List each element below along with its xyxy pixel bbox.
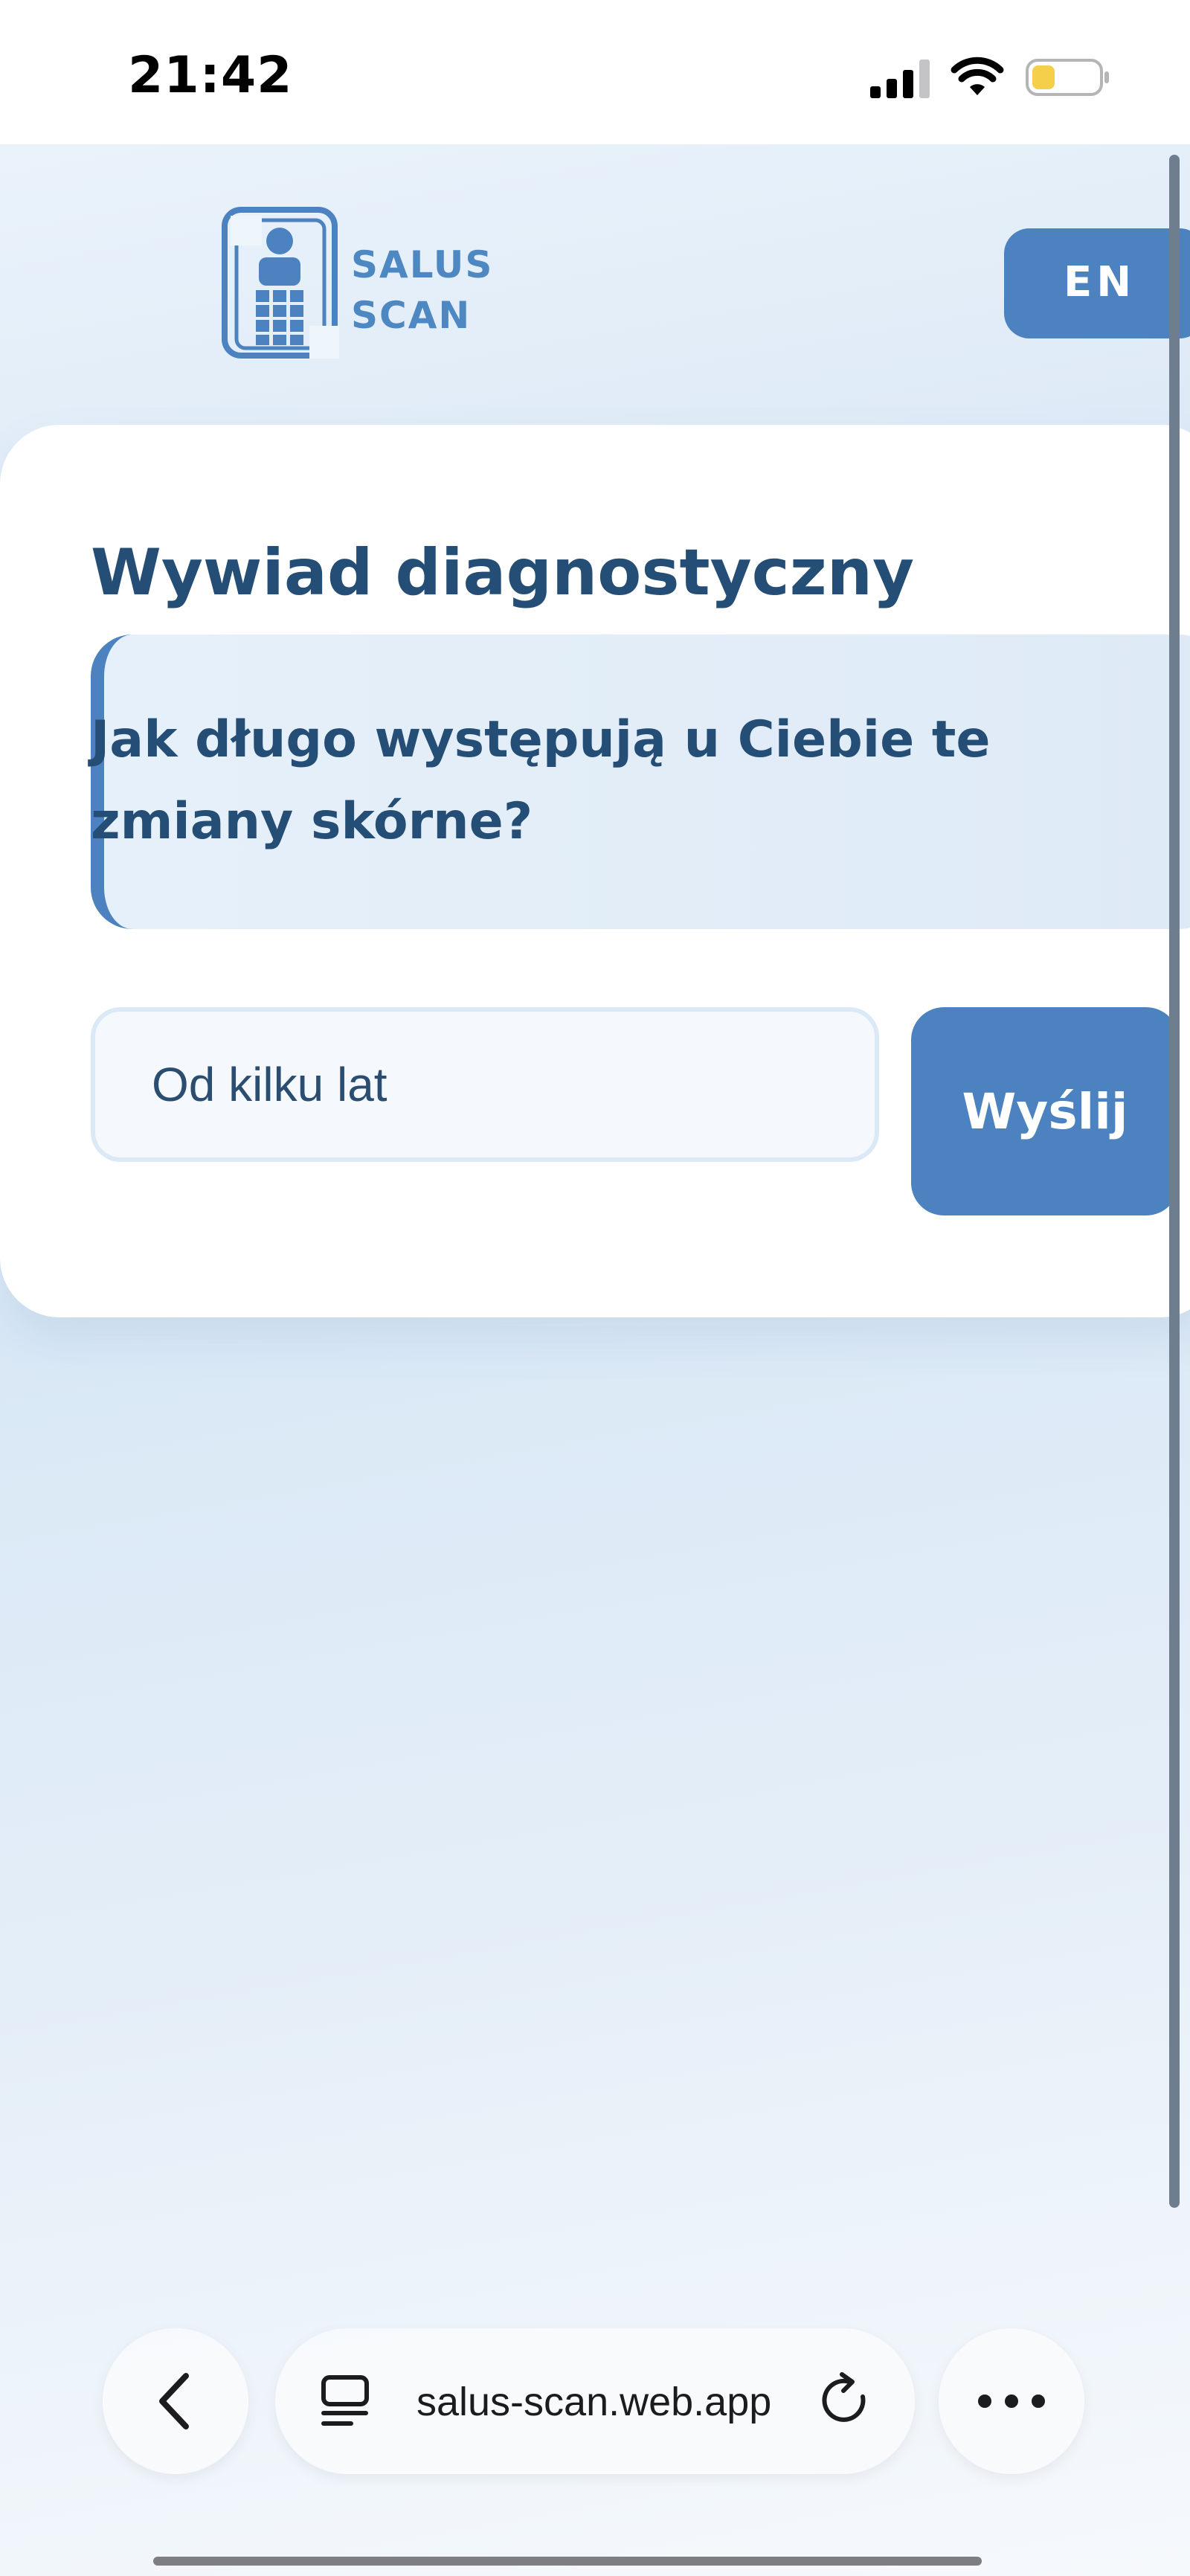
page-title: Wywiad diagnostyczny (91, 536, 914, 610)
brand-name: SALUS SCAN (351, 240, 493, 341)
status-time: 21:42 (128, 46, 293, 105)
more-dots-icon (978, 2394, 1045, 2408)
url-text: salus-scan.web.app (416, 2380, 772, 2424)
back-chevron-icon (159, 2373, 189, 2429)
brand-line-2: SCAN (351, 294, 472, 337)
answer-input[interactable] (91, 1007, 879, 1162)
language-toggle-button[interactable]: EN (1004, 228, 1190, 338)
more-options-button[interactable] (939, 2328, 1084, 2474)
tabs-icon[interactable] (320, 2374, 372, 2428)
phone-person-logo-icon[interactable] (222, 207, 341, 360)
cellular-signal-icon (870, 60, 930, 98)
back-button[interactable] (103, 2328, 248, 2474)
address-bar[interactable]: salus-scan.web.app (275, 2328, 915, 2474)
language-toggle-label: EN (1064, 258, 1136, 306)
page-scrollbar[interactable] (1169, 155, 1180, 2208)
home-indicator[interactable] (153, 2557, 982, 2566)
brand-line-1: SALUS (351, 243, 494, 286)
reload-icon[interactable] (820, 2370, 879, 2434)
wifi-icon (951, 57, 1004, 95)
question-text: Jak długo występują u Ciebie te zmiany s… (91, 710, 991, 851)
status-bar: 21:42 (0, 0, 1190, 144)
send-button[interactable]: Wyślij (911, 1007, 1179, 1215)
battery-icon (1026, 59, 1109, 96)
